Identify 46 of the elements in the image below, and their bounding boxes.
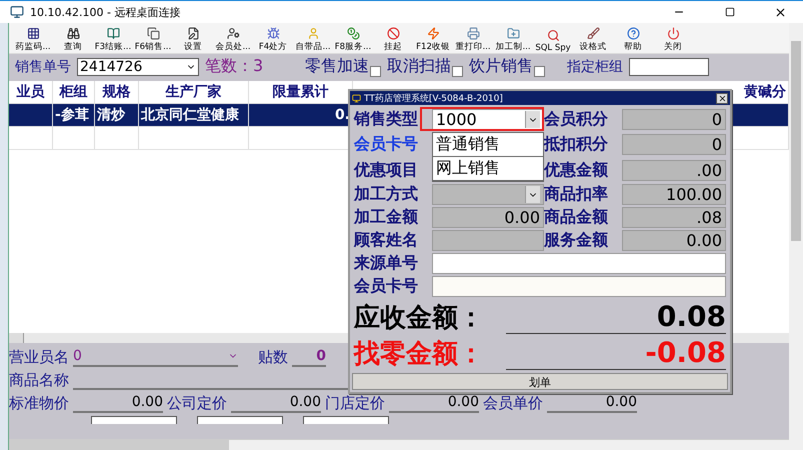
- field-label: 会员卡号: [354, 134, 419, 154]
- field-label: 优惠金额: [544, 160, 609, 180]
- value-field: .00: [622, 160, 726, 180]
- clerk-label: 营业员名: [9, 348, 69, 367]
- field-label: 加工金额: [354, 207, 419, 228]
- value-field: 100.00: [622, 184, 726, 205]
- field-label: 会员积分: [544, 109, 609, 130]
- option-label: 零售加速: [305, 56, 370, 77]
- table-cell: -参茸: [53, 104, 95, 126]
- product-name-label: 商品名称: [9, 371, 69, 390]
- counter-group-label: 指定柜组: [567, 58, 624, 76]
- field-label: 商品扣率: [544, 184, 609, 205]
- field-label: 销售类型: [354, 109, 419, 130]
- value-field: 0.00: [622, 230, 726, 251]
- field-label: 抵扣积分: [544, 134, 609, 154]
- field-label: 会员卡号: [354, 276, 419, 297]
- receivable-amount: 0.08: [506, 300, 726, 334]
- value-field: 0: [622, 134, 726, 154]
- field-label: 服务金额: [544, 230, 609, 251]
- value-field: 0.00: [432, 207, 544, 228]
- value-field: .08: [622, 207, 726, 228]
- field-label: 优惠项目: [354, 160, 419, 180]
- table-cell: 北京同仁堂健康: [139, 104, 249, 126]
- column-header: 生产厂家: [139, 81, 249, 103]
- column-header: 规格: [95, 81, 139, 103]
- table-cell: 清炒: [95, 104, 139, 126]
- count-label: 笔数：3: [205, 56, 264, 77]
- order-number-label: 销售单号: [15, 58, 71, 76]
- field-label: 加工方式: [354, 184, 419, 205]
- change-amount: -0.08: [506, 336, 726, 370]
- field-label: 顾客姓名: [354, 230, 419, 251]
- packs-label: 贴数: [258, 348, 288, 367]
- window-title: 10.10.42.100 - 远程桌面连接: [30, 4, 182, 20]
- price-label: 会员单价: [483, 394, 543, 413]
- price-label: 标准物价: [9, 394, 69, 413]
- receivable-label: 应收金额：: [354, 302, 484, 334]
- price-label: 公司定价: [167, 394, 227, 413]
- price-label: 门店定价: [325, 394, 385, 413]
- value-field: 0: [622, 109, 726, 130]
- change-label: 找零金额：: [354, 338, 484, 370]
- column-header: 业员: [9, 81, 53, 103]
- option-label: 取消扫描: [387, 56, 452, 77]
- field-label: 来源单号: [354, 253, 419, 274]
- field-label: 商品金额: [544, 207, 609, 228]
- option-label: 饮片销售: [469, 56, 534, 77]
- column-header: 柜组: [53, 81, 95, 103]
